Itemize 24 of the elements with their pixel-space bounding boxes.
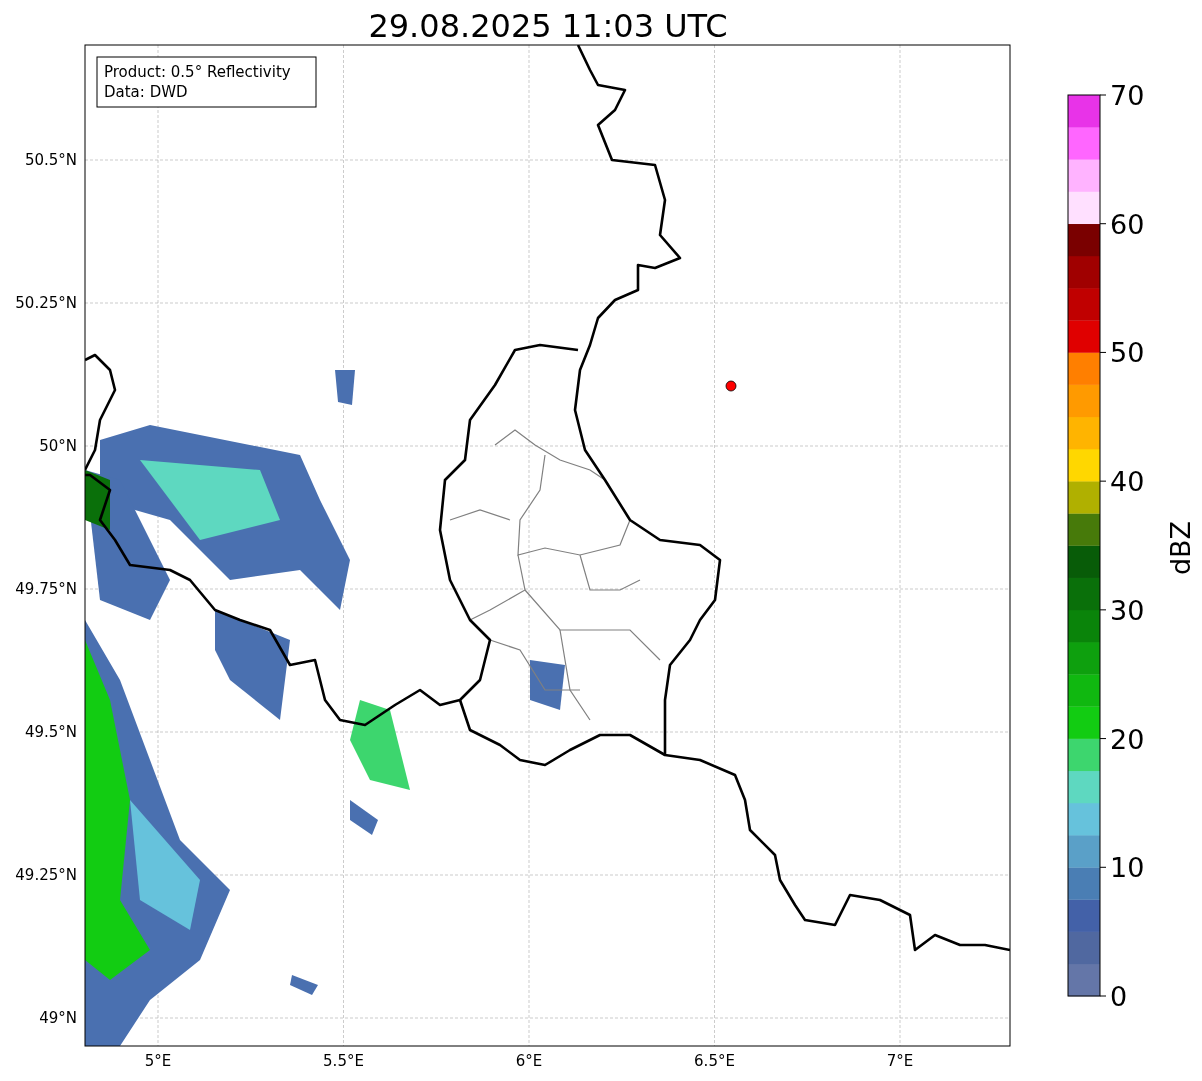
longitude-label: 7°E (886, 1052, 914, 1070)
colorbar-tick-label: 20 (1110, 723, 1145, 755)
colorbar-tick-label: 0 (1110, 981, 1128, 1012)
colorbar-tick-label: 40 (1110, 466, 1145, 498)
colorbar-tick-label: 60 (1110, 208, 1145, 240)
colorbar-tick-label: 10 (1110, 852, 1145, 884)
colorbar-label: dBZ (1165, 520, 1196, 576)
latitude-label: 49.75°N (15, 580, 77, 598)
latitude-label: 50.5°N (24, 151, 77, 169)
latitude-label: 49.25°N (15, 866, 77, 884)
latitude-label: 49°N (39, 1009, 77, 1027)
longitude-label: 6°E (515, 1052, 543, 1070)
info-text: Product: 0.5° Reflectivity (104, 63, 291, 81)
info-text: Data: DWD (104, 83, 188, 101)
colorbar-tick-label: 70 (1110, 80, 1145, 111)
colorbar-tick-label: 30 (1110, 594, 1145, 626)
longitude-label: 5.5°E (323, 1052, 364, 1070)
latitude-label: 50.25°N (15, 294, 77, 312)
longitude-label: 6.5°E (694, 1052, 735, 1070)
colorbar-tick-label: 50 (1110, 337, 1145, 369)
longitude-label: 5°E (144, 1052, 172, 1070)
chart-title: 29.08.2025 11:03 UTC (368, 7, 728, 45)
latitude-label: 49.5°N (24, 723, 77, 741)
latitude-label: 50°N (39, 437, 77, 455)
